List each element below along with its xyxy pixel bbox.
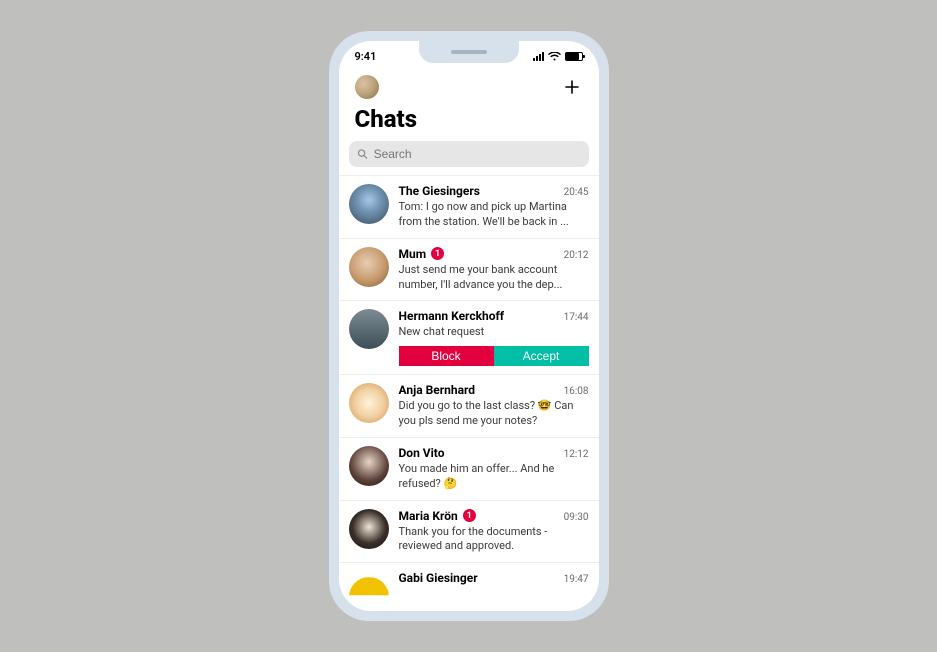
chat-avatar[interactable] (349, 247, 389, 287)
chat-name: Maria Krön 1 (399, 509, 476, 523)
chat-header: The Giesingers 20:45 (399, 184, 589, 198)
chat-preview: New chat request (399, 325, 589, 340)
chat-name-text: Mum (399, 247, 427, 261)
accept-button[interactable]: Accept (494, 346, 589, 366)
chat-header: Anja Bernhard 16:08 (399, 383, 589, 397)
chat-name: Don Vito (399, 446, 445, 460)
unread-badge: 1 (463, 509, 476, 522)
chat-time: 19:47 (564, 574, 589, 585)
chat-request-actions: BlockAccept (399, 346, 589, 366)
wifi-icon (548, 52, 561, 61)
chat-body: Maria Krön 1 09:30 Thank you for the docume… (399, 509, 589, 555)
search-field[interactable] (349, 141, 589, 167)
chat-name: Gabi Giesinger (399, 571, 478, 585)
chat-header: Gabi Giesinger 19:47 (399, 571, 589, 585)
search-icon (357, 148, 368, 160)
chat-header: Don Vito 12:12 (399, 446, 589, 460)
chat-time: 20:45 (564, 187, 589, 198)
screen: 9:41 Chats The Giesingers 20:45 Tom: I go … (339, 41, 599, 611)
profile-avatar[interactable] (355, 75, 379, 99)
chat-time: 17:44 (564, 312, 589, 323)
chat-name: Hermann Kerckhoff (399, 309, 505, 323)
chat-name: The Giesingers (399, 184, 480, 198)
block-button[interactable]: Block (399, 346, 494, 366)
chat-time: 12:12 (564, 449, 589, 460)
chat-item[interactable]: Mum 1 20:12 Just send me your bank account … (339, 238, 599, 301)
chat-name-text: Anja Bernhard (399, 383, 476, 397)
chat-name-text: Hermann Kerckhoff (399, 309, 505, 323)
chat-name-text: Gabi Giesinger (399, 571, 478, 585)
chat-preview: Just send me your bank account number, I… (399, 263, 589, 293)
chat-preview: Tom: I go now and pick up Martina from t… (399, 200, 589, 230)
chat-name: Anja Bernhard (399, 383, 476, 397)
page-title: Chats (339, 101, 599, 141)
chat-preview: Thank you for the documents - reviewed a… (399, 525, 589, 555)
chat-item[interactable]: Don Vito 12:12 You made him an offer... An… (339, 437, 599, 500)
plus-icon (564, 79, 580, 95)
chat-body: Mum 1 20:12 Just send me your bank account … (399, 247, 589, 293)
chat-avatar[interactable] (349, 446, 389, 486)
chat-avatar[interactable] (349, 383, 389, 423)
unread-badge: 1 (431, 247, 444, 260)
chat-avatar[interactable] (349, 309, 389, 349)
chat-body: Gabi Giesinger 19:47 (399, 571, 589, 611)
chat-time: 16:08 (564, 386, 589, 397)
search-input[interactable] (374, 147, 581, 161)
chat-time: 09:30 (564, 512, 589, 523)
chat-avatar[interactable] (349, 577, 389, 611)
chat-header: Hermann Kerckhoff 17:44 (399, 309, 589, 323)
chat-header: Maria Krön 1 09:30 (399, 509, 589, 523)
phone-frame: 9:41 Chats The Giesingers 20:45 Tom: I go … (329, 31, 609, 621)
search-container (339, 141, 599, 175)
status-indicators (533, 52, 583, 61)
chat-item[interactable]: The Giesingers 20:45 Tom: I go now and pic… (339, 175, 599, 238)
chat-body: Hermann Kerckhoff 17:44 New chat request Bl… (399, 309, 589, 366)
header-bar (339, 71, 599, 101)
chat-body: Don Vito 12:12 You made him an offer... An… (399, 446, 589, 492)
chat-item[interactable]: Gabi Giesinger 19:47 (339, 562, 599, 611)
chat-preview: Did you go to the last class? 🤓 Can you … (399, 399, 589, 429)
chat-list[interactable]: The Giesingers 20:45 Tom: I go now and pic… (339, 175, 599, 611)
chat-time: 20:12 (564, 250, 589, 261)
chat-item[interactable]: Hermann Kerckhoff 17:44 New chat request Bl… (339, 300, 599, 374)
chat-header: Mum 1 20:12 (399, 247, 589, 261)
chat-body: The Giesingers 20:45 Tom: I go now and pic… (399, 184, 589, 230)
chat-avatar[interactable] (349, 509, 389, 549)
chat-name: Mum 1 (399, 247, 445, 261)
chat-preview: You made him an offer... And he refused?… (399, 462, 589, 492)
chat-name-text: The Giesingers (399, 184, 480, 198)
new-chat-button[interactable] (561, 76, 583, 98)
chat-body: Anja Bernhard 16:08 Did you go to the last… (399, 383, 589, 429)
chat-item[interactable]: Maria Krön 1 09:30 Thank you for the docume… (339, 500, 599, 563)
status-time: 9:41 (355, 50, 377, 63)
phone-notch (419, 41, 519, 63)
signal-icon (533, 52, 544, 61)
chat-item[interactable]: Anja Bernhard 16:08 Did you go to the last… (339, 374, 599, 437)
battery-icon (565, 52, 583, 61)
chat-name-text: Maria Krön (399, 509, 458, 523)
chat-name-text: Don Vito (399, 446, 445, 460)
chat-avatar[interactable] (349, 184, 389, 224)
